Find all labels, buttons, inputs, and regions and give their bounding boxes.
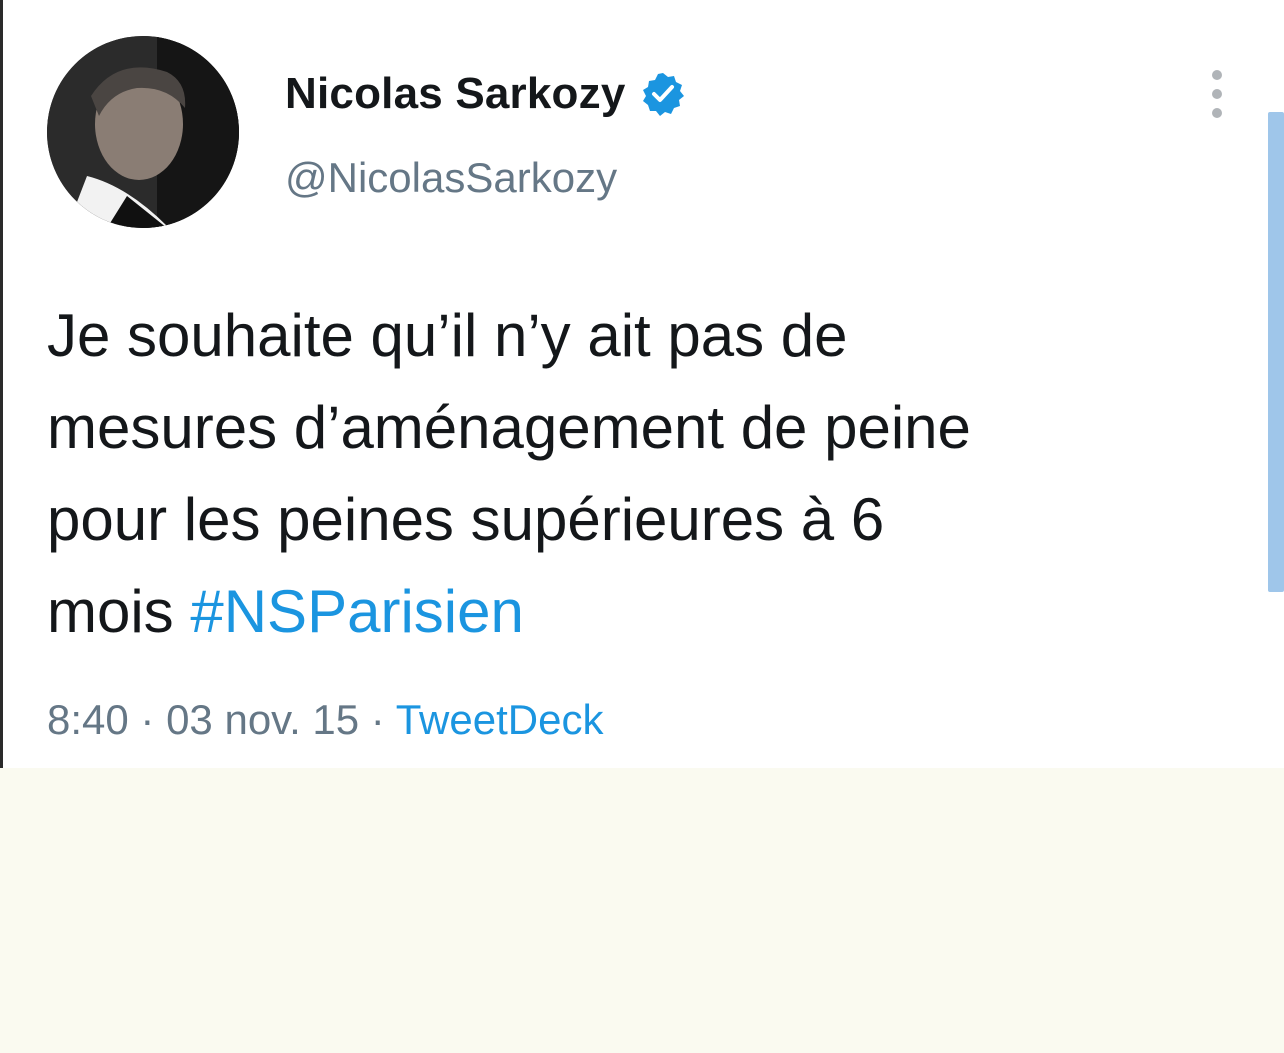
tweet-time[interactable]: 8:40 [47,696,129,743]
verified-badge-icon [642,73,684,116]
menu-dot [1212,89,1222,99]
display-name[interactable]: Nicolas Sarkozy [285,69,626,119]
display-name-row: Nicolas Sarkozy [285,66,686,122]
hashtag-link[interactable]: #NSParisien [190,578,524,645]
tweet-text: Je souhaite qu’il n’y ait pas de mesures… [47,290,1257,658]
tweet-source-link[interactable]: TweetDeck [396,696,604,743]
tweet-text-line: pour les peines supérieures à 6 [47,486,885,553]
tweet-text-line: mesures d’aménagement de peine [47,394,971,461]
tweet-text-last-line: mois #NSParisien [47,566,1257,658]
profile-photo-icon [47,36,239,228]
meta-separator: · [128,696,167,743]
scrollbar[interactable] [1268,112,1284,592]
more-vertical-icon[interactable] [1205,70,1229,118]
tweet-text-word: mois [47,578,191,645]
avatar[interactable] [47,36,239,228]
tweet-date[interactable]: 03 nov. 15 [166,696,359,743]
tweet-meta: 8:40 · 03 nov. 15 · TweetDeck [47,696,603,744]
handle[interactable]: @NicolasSarkozy [285,154,617,202]
meta-separator: · [359,696,396,743]
menu-dot [1212,108,1222,118]
tweet-text-line: Je souhaite qu’il n’y ait pas de [47,302,848,369]
tweet-card: Nicolas Sarkozy @NicolasSarkozy Je souha… [0,0,1284,768]
menu-dot [1212,70,1222,80]
